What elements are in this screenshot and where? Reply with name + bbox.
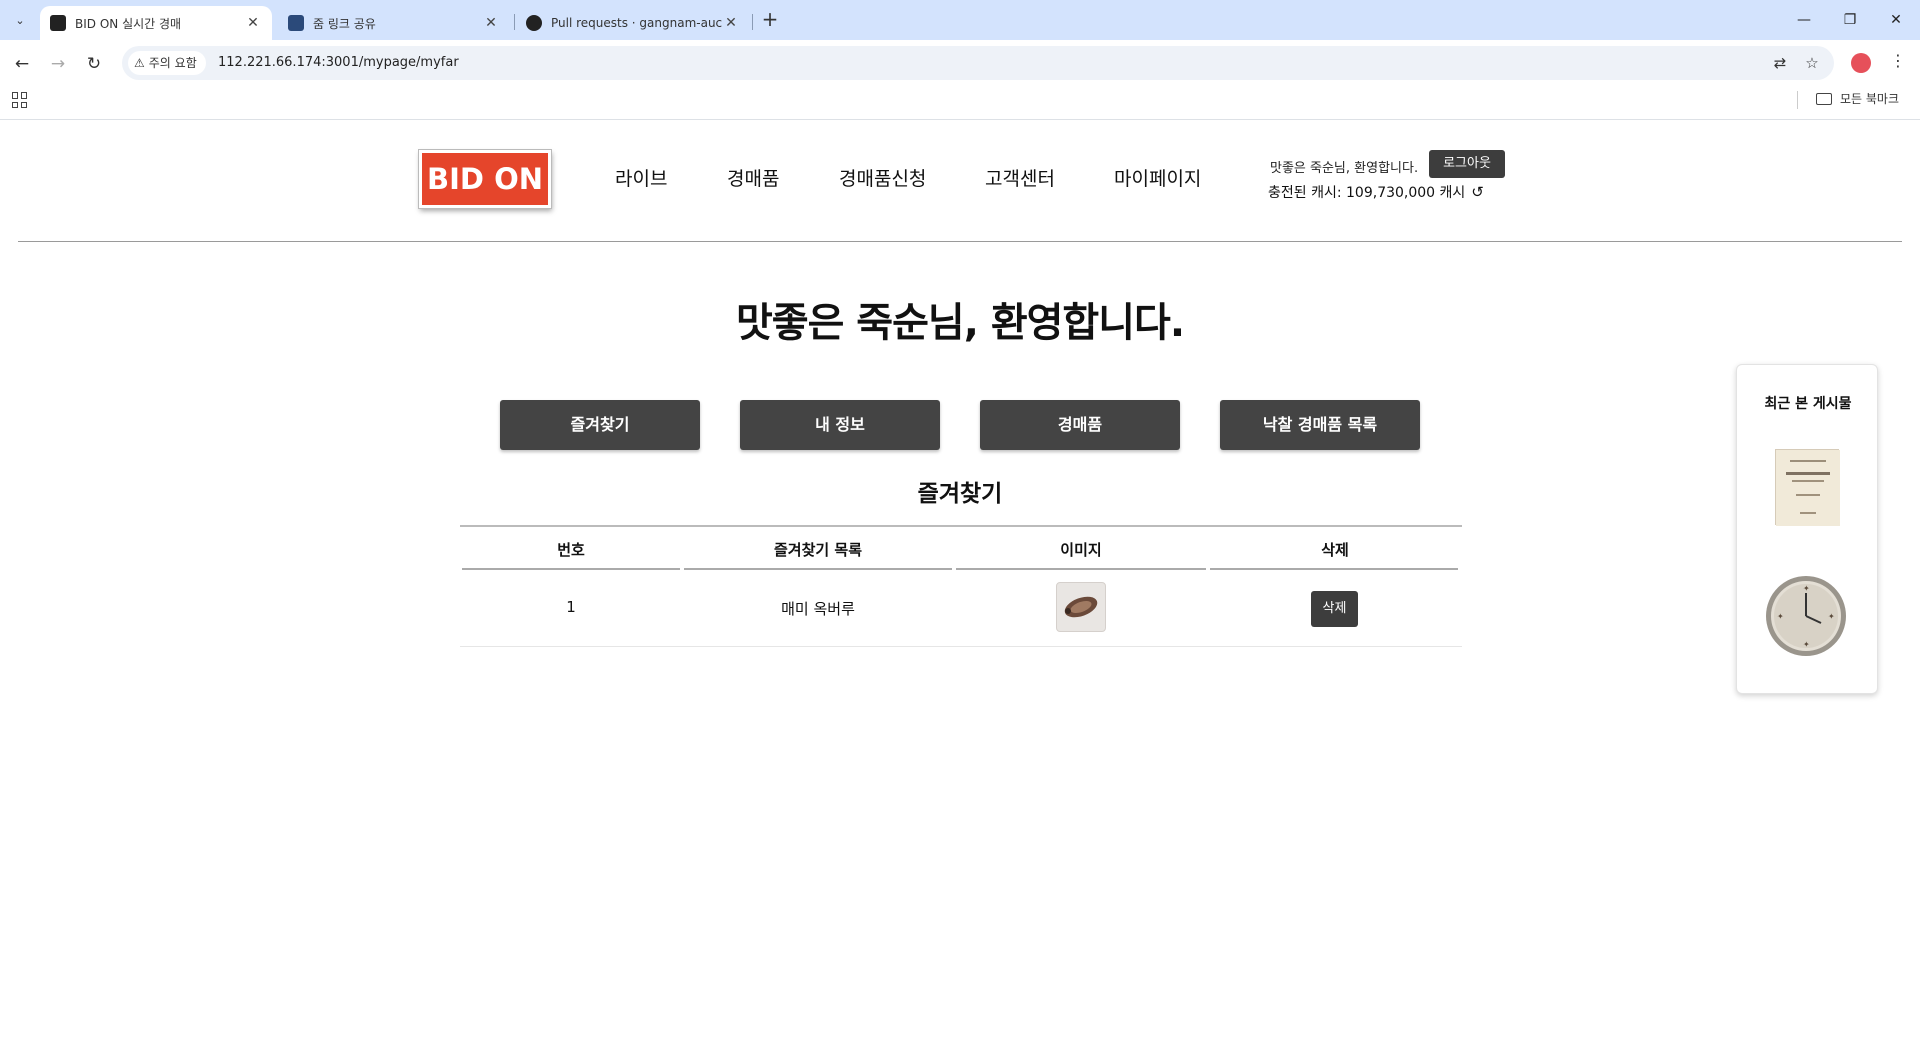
tab-my-info[interactable]: 내 정보 xyxy=(740,400,940,450)
bookmarks-bar xyxy=(0,84,1920,120)
header-rule xyxy=(956,568,1206,570)
tab-separator xyxy=(752,14,753,30)
browser-tab-pull-requests[interactable]: Pull requests · gangnam-auctio ✕ xyxy=(516,6,750,40)
svg-text:✦: ✦ xyxy=(1803,640,1810,649)
forward-icon[interactable]: → xyxy=(44,50,72,78)
svg-text:✦: ✦ xyxy=(1828,612,1835,621)
recently-viewed-panel: 최근 본 게시물 ✦ ✦ ✦ ✦ xyxy=(1736,364,1878,694)
all-bookmarks-button[interactable]: 모든 북마크 xyxy=(1816,90,1899,107)
delete-favorite-button[interactable]: 삭제 xyxy=(1311,591,1358,627)
back-icon[interactable]: ← xyxy=(8,50,36,78)
bid-on-favicon-icon xyxy=(50,15,66,31)
bookmark-star-icon[interactable]: ☆ xyxy=(1800,51,1824,75)
tab-title: Pull requests · gangnam-auctio xyxy=(551,16,722,30)
bookmarks-divider xyxy=(1797,91,1798,109)
browser-tab-bid-on[interactable]: BID ON 실시간 경매 ✕ xyxy=(40,6,272,40)
tab-search-icon[interactable]: ⌄ xyxy=(8,9,32,31)
reload-icon[interactable]: ↻ xyxy=(80,50,108,78)
cicada-ornament-icon xyxy=(1064,596,1098,618)
recent-item-wall-clock[interactable]: ✦ ✦ ✦ ✦ xyxy=(1765,575,1847,657)
translate-icon[interactable]: ⇄ xyxy=(1768,51,1792,75)
tab-won-items[interactable]: 낙찰 경매품 목록 xyxy=(1220,400,1420,450)
logo-text: BID ON xyxy=(427,162,543,196)
tab-title: BID ON 실시간 경매 xyxy=(75,16,182,31)
section-title: 즐겨찾기 xyxy=(917,481,1003,507)
close-tab-icon[interactable]: ✕ xyxy=(482,15,500,31)
column-header-image: 이미지 xyxy=(1060,541,1102,559)
page-title: 맛좋은 죽순님, 환영합니다. xyxy=(735,300,1185,346)
svg-text:✦: ✦ xyxy=(1803,584,1810,593)
minimize-icon[interactable]: — xyxy=(1792,8,1816,32)
row-number: 1 xyxy=(566,598,576,616)
close-tab-icon[interactable]: ✕ xyxy=(244,15,262,31)
column-header-favorites: 즐겨찾기 목록 xyxy=(773,541,863,559)
svg-text:✦: ✦ xyxy=(1777,612,1784,621)
table-top-rule xyxy=(460,525,1462,527)
browser-tab-zoom-link[interactable]: 줌 링크 공유 ✕ xyxy=(278,6,510,40)
recent-item-old-book[interactable] xyxy=(1775,449,1840,526)
security-warning-chip[interactable]: ⚠ 주의 요함 xyxy=(128,51,206,75)
header-divider xyxy=(18,241,1902,242)
row-item-name[interactable]: 매미 옥버루 xyxy=(682,598,954,619)
cash-balance: 충전된 캐시: 109,730,000 캐시 ↺ xyxy=(1268,182,1484,202)
warning-icon: ⚠ xyxy=(134,56,145,70)
logout-button[interactable]: 로그아웃 xyxy=(1429,150,1505,178)
cicada-ornament-image[interactable] xyxy=(1056,582,1106,632)
restore-icon[interactable]: ❐ xyxy=(1838,8,1862,32)
header-rule xyxy=(462,568,680,570)
more-menu-icon[interactable]: ⋮ xyxy=(1888,51,1908,70)
nav-item-request[interactable]: 경매품신청 xyxy=(839,164,926,191)
tab-my-auction-items[interactable]: 경매품 xyxy=(980,400,1180,450)
header-rule xyxy=(684,568,952,570)
zoom-share-favicon-icon xyxy=(288,15,304,31)
cash-balance-text: 충전된 캐시: 109,730,000 캐시 xyxy=(1268,185,1466,201)
column-header-delete: 삭제 xyxy=(1321,541,1349,559)
close-tab-icon[interactable]: ✕ xyxy=(722,15,740,31)
all-bookmarks-label: 모든 북마크 xyxy=(1840,92,1900,106)
wall-clock-icon: ✦ ✦ ✦ ✦ xyxy=(1766,576,1846,656)
tab-title: 줌 링크 공유 xyxy=(313,16,376,31)
bid-on-logo[interactable]: BID ON xyxy=(419,150,551,208)
header-welcome-text: 맛좋은 죽순님, 환영합니다. xyxy=(1270,161,1419,176)
nav-mypage[interactable]: 마이페이지 xyxy=(1114,164,1201,191)
url-text[interactable]: 112.221.66.174:3001/mypage/myfar xyxy=(218,55,459,70)
tab-separator xyxy=(514,14,515,30)
github-favicon-icon xyxy=(526,15,542,31)
tab-favorites[interactable]: 즐겨찾기 xyxy=(500,400,700,450)
nav-customer-center[interactable]: 고객센터 xyxy=(985,164,1055,191)
column-header-number: 번호 xyxy=(557,541,585,559)
folder-icon xyxy=(1816,92,1832,105)
nav-auction-items[interactable]: 경매품 xyxy=(727,164,779,191)
recently-viewed-title: 최근 본 게시물 xyxy=(1764,396,1852,412)
header-rule xyxy=(1210,568,1458,570)
old-book-icon xyxy=(1776,450,1840,526)
close-window-icon[interactable]: ✕ xyxy=(1884,8,1908,32)
profile-avatar-icon[interactable] xyxy=(1851,53,1871,73)
security-label: 주의 요함 xyxy=(148,56,197,70)
apps-grid-icon[interactable] xyxy=(12,92,28,108)
new-tab-icon[interactable]: + xyxy=(758,8,782,32)
row-divider xyxy=(460,646,1462,647)
refresh-cash-icon[interactable]: ↺ xyxy=(1471,183,1484,201)
nav-live[interactable]: 라이브 xyxy=(615,164,667,191)
